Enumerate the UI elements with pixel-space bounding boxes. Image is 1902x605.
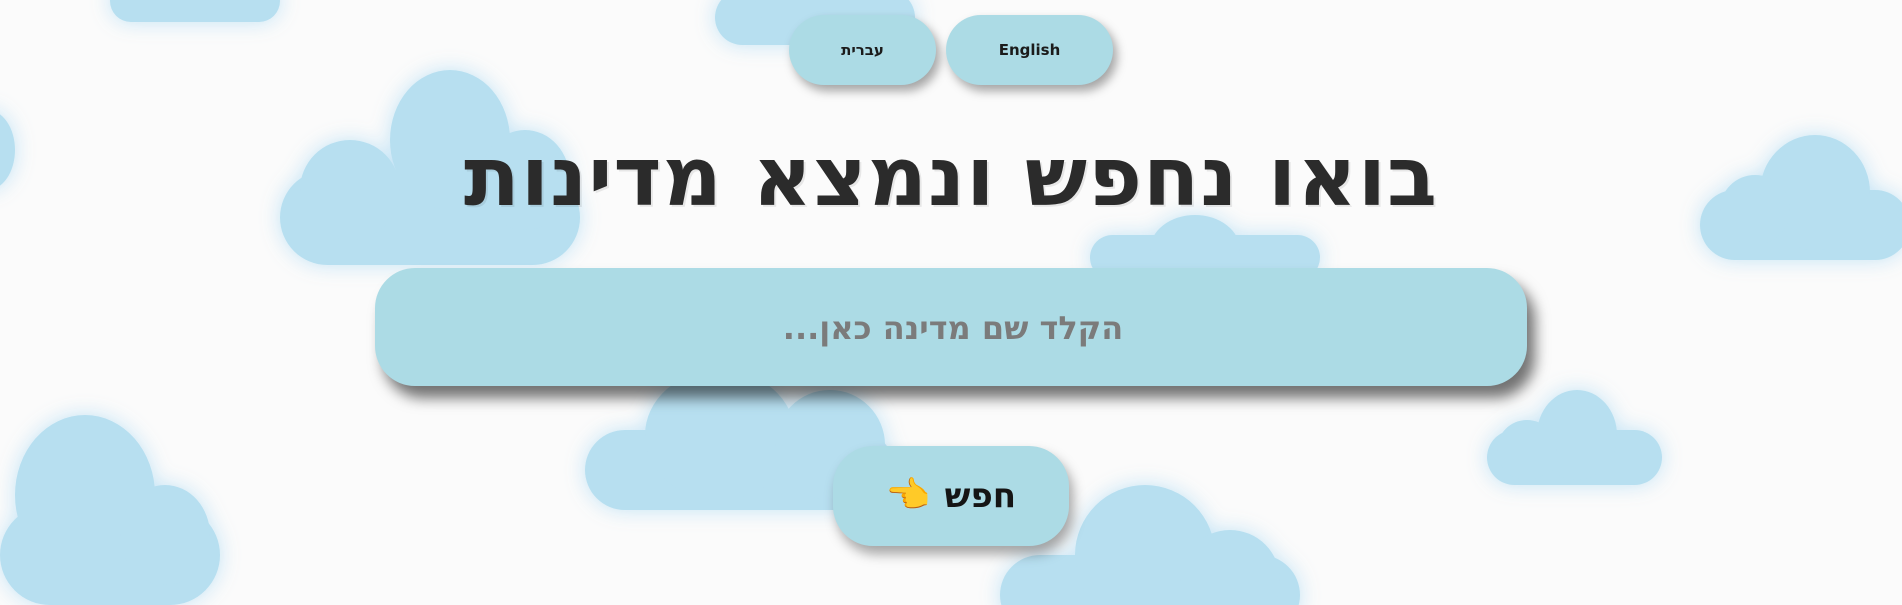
pointing-hand-icon: 👈 — [885, 475, 931, 516]
page-title: בואו נחפש ונמצא מדינות — [463, 130, 1439, 225]
country-search-input[interactable] — [375, 268, 1531, 388]
search-field-container — [375, 268, 1531, 388]
cloud-decoration-top-left — [110, 0, 280, 30]
language-switcher: עברית English — [789, 15, 1113, 85]
page-background: עברית English בואו נחפש ונמצא מדינות חפש… — [0, 0, 1902, 605]
cloud-decoration-bottom-left — [0, 415, 220, 605]
search-button-label: חפש — [944, 476, 1017, 516]
search-button[interactable]: חפש 👈 — [833, 446, 1069, 546]
english-language-button[interactable]: English — [946, 15, 1113, 85]
hebrew-language-button[interactable]: עברית — [789, 15, 936, 85]
cloud-decoration-mid-right — [1487, 390, 1662, 490]
